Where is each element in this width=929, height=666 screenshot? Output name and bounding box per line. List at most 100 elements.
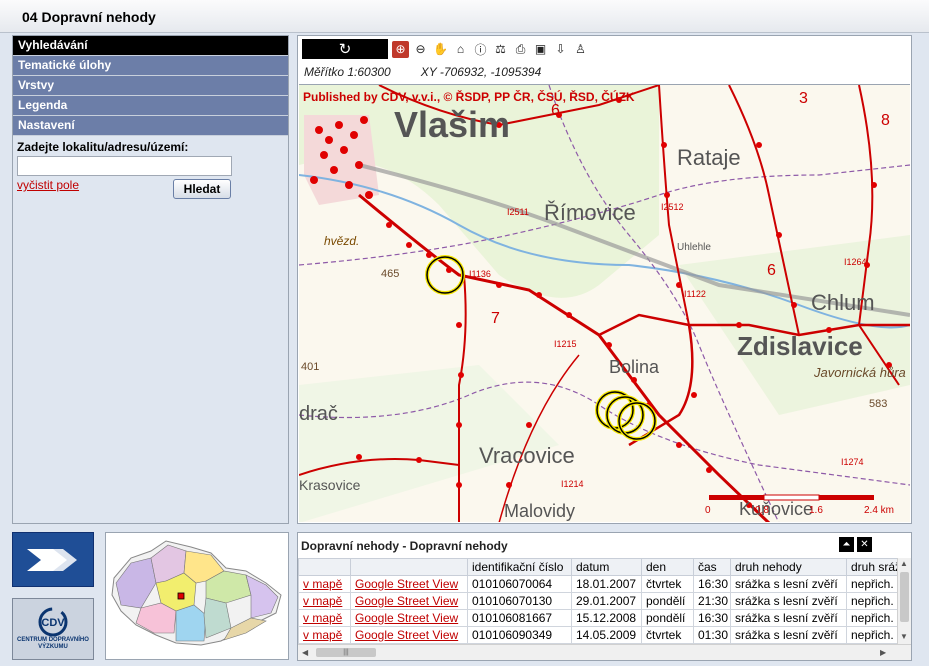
place-label: Římovice <box>544 200 636 225</box>
zoom-out-icon[interactable]: ⊖ <box>412 41 429 58</box>
column-header[interactable]: druh srážky <box>846 558 899 576</box>
scalebar-label: 2.4 km <box>864 505 894 516</box>
place-label: Javornická hůra <box>813 365 906 380</box>
cell-date: 14.05.2009 <box>571 626 642 644</box>
cell-id: 010106090349 <box>467 626 572 644</box>
road-label: I1274 <box>841 457 864 467</box>
app-logo-icon[interactable] <box>12 532 94 587</box>
cdv-logo[interactable]: CDV CENTRUM DOPRAVNÍHO VÝZKUMU <box>12 598 94 660</box>
place-label: hvězd. <box>324 234 359 248</box>
horizontal-scrollbar[interactable]: ◀ ||| ▶ <box>298 644 911 660</box>
cell-day: čtvrtek <box>641 575 694 593</box>
app-title: 04 Dopravní nehody <box>0 0 929 33</box>
map-scale: Měřítko 1:60300 <box>304 65 391 79</box>
scalebar-label: 0 <box>705 505 711 516</box>
scrollbar-thumb[interactable]: ||| <box>316 648 376 657</box>
map-svg[interactable]: Published by CDV, v.v.i., © ŘSDP, PP ČR,… <box>299 85 910 522</box>
vertical-scrollbar[interactable]: ▲ ▼ <box>897 558 911 644</box>
place-label: Kuňovice <box>739 499 813 519</box>
show-on-map-link[interactable]: v mapě <box>298 609 351 627</box>
scroll-left-icon[interactable]: ◀ <box>302 648 308 657</box>
place-label: Rataje <box>677 145 741 170</box>
accordion-thematic-tasks[interactable]: Tematické úlohy <box>13 56 288 76</box>
scalebar-label: 0.8 <box>755 505 769 516</box>
cell-time: 16:30 <box>693 609 731 627</box>
street-view-link[interactable]: Google Street View <box>350 592 468 610</box>
zoom-in-icon[interactable]: ⊕ <box>392 40 409 58</box>
road-number: 6 <box>767 262 776 279</box>
table-row[interactable]: v mapě Google Street View 010106081667 1… <box>298 609 899 627</box>
search-input[interactable] <box>17 156 232 176</box>
street-view-link[interactable]: Google Street View <box>350 575 468 593</box>
place-label: Malovidy <box>504 501 575 521</box>
road-label: I1136 <box>469 269 491 279</box>
road-label: I1215 <box>554 339 577 349</box>
cell-type: srážka s lesní zvěří <box>730 626 847 644</box>
column-header[interactable]: identifikační číslo <box>467 558 572 576</box>
search-label: Zadejte lokalitu/adresu/území: <box>17 140 189 154</box>
export-icon[interactable]: ⇩ <box>552 41 569 58</box>
cell-day: čtvrtek <box>641 626 694 644</box>
show-on-map-link[interactable]: v mapě <box>298 626 351 644</box>
map-status: Měřítko 1:60300 XY -706932, -1095394 <box>304 65 541 79</box>
scroll-right-icon[interactable]: ▶ <box>880 648 886 657</box>
column-header[interactable]: čas <box>693 558 731 576</box>
accordion-settings[interactable]: Nastavení <box>13 116 288 136</box>
accordion-search[interactable]: Vyhledávání <box>13 36 288 56</box>
svg-text:CDV: CDV <box>41 617 65 629</box>
place-label: Uhlehle <box>677 242 711 253</box>
street-view-link[interactable]: Google Street View <box>350 626 468 644</box>
map-canvas[interactable]: Published by CDV, v.v.i., © ŘSDP, PP ČR,… <box>299 84 910 522</box>
table-row[interactable]: v mapě Google Street View 010106090349 1… <box>298 626 899 644</box>
cell-type: srážka s lesní zvěří <box>730 575 847 593</box>
table-row[interactable]: v mapě Google Street View 010106070064 1… <box>298 575 899 593</box>
clear-field-link[interactable]: vyčistit pole <box>17 178 79 192</box>
table-header-row: identifikační číslo datum den čas druh n… <box>298 558 899 576</box>
collapse-icon[interactable]: ⏶ <box>839 537 854 552</box>
column-header[interactable] <box>298 558 351 576</box>
street-view-link[interactable]: Google Street View <box>350 609 468 627</box>
road-number: 7 <box>491 310 500 327</box>
show-on-map-link[interactable]: v mapě <box>298 575 351 593</box>
elevation-label: 465 <box>381 268 399 280</box>
grid-title: Dopravní nehody - Dopravní nehody <box>301 539 508 553</box>
search-button[interactable]: Hledat <box>173 179 231 199</box>
current-location-marker <box>177 592 185 600</box>
close-icon[interactable]: ✕ <box>857 537 872 552</box>
cell-date: 18.01.2007 <box>571 575 642 593</box>
accordion-layers[interactable]: Vrstvy <box>13 76 288 96</box>
table-row[interactable]: v mapě Google Street View 010106070130 2… <box>298 592 899 610</box>
cell-type: srážka s lesní zvěří <box>730 592 847 610</box>
elevation-label: 401 <box>301 361 319 373</box>
overview-minimap[interactable] <box>105 532 289 660</box>
cell-id: 010106070064 <box>467 575 572 593</box>
column-header[interactable]: druh nehody <box>730 558 847 576</box>
reload-icon[interactable]: ↻ <box>302 39 388 59</box>
scrollbar-thumb[interactable] <box>900 572 909 622</box>
pan-hand-icon[interactable]: ✋ <box>432 41 449 58</box>
home-icon[interactable]: ⌂ <box>452 41 469 58</box>
column-header[interactable] <box>350 558 468 576</box>
map-toolbar: ↻ ⊕ ⊖ ✋ ⌂ ⓘ ⚖ ⎙ ▣ ⇩ ♙ <box>302 39 592 59</box>
show-on-map-link[interactable]: v mapě <box>298 592 351 610</box>
column-header[interactable]: den <box>641 558 694 576</box>
cell-day: pondělí <box>641 609 694 627</box>
scroll-down-icon[interactable]: ▼ <box>900 632 908 641</box>
info-icon[interactable]: ⓘ <box>472 41 489 58</box>
road-label: I1214 <box>561 479 584 489</box>
road-number: 6 <box>551 102 560 119</box>
full-extent-icon[interactable]: ▣ <box>532 41 549 58</box>
left-panel: Vyhledávání Tematické úlohy Vrstvy Legen… <box>12 35 289 524</box>
street-view-person-icon[interactable]: ♙ <box>572 41 589 58</box>
accordion-legend[interactable]: Legenda <box>13 96 288 116</box>
measure-icon[interactable]: ⚖ <box>492 41 509 58</box>
cell-id: 010106070130 <box>467 592 572 610</box>
map-attribution: Published by CDV, v.v.i., © ŘSDP, PP ČR,… <box>303 89 635 104</box>
place-label: drač <box>299 403 338 425</box>
road-label: I2512 <box>661 202 684 212</box>
print-icon[interactable]: ⎙ <box>512 41 529 58</box>
column-header[interactable]: datum <box>571 558 642 576</box>
road-number: 8 <box>881 112 890 129</box>
scroll-up-icon[interactable]: ▲ <box>900 559 908 568</box>
cell-date: 15.12.2008 <box>571 609 642 627</box>
